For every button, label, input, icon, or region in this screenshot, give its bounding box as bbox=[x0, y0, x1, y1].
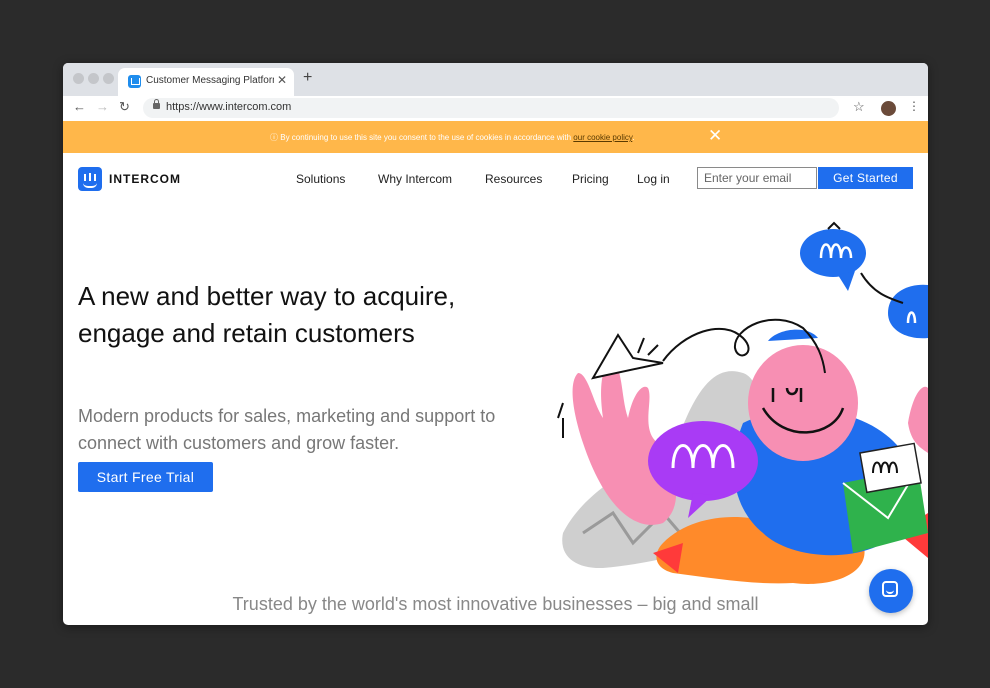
cookie-suffix: . bbox=[632, 133, 635, 142]
email-input[interactable] bbox=[697, 167, 817, 189]
cookie-banner: ⓘ By continuing to use this site you con… bbox=[63, 121, 928, 153]
messenger-launcher-icon[interactable] bbox=[869, 569, 913, 613]
get-started-button[interactable]: Get Started bbox=[818, 167, 913, 189]
nav-why-intercom[interactable]: Why Intercom bbox=[378, 172, 452, 186]
new-tab-button[interactable]: + bbox=[303, 69, 312, 87]
trusted-tagline: Trusted by the world's most innovative b… bbox=[232, 594, 759, 614]
right-arm-shape bbox=[908, 386, 928, 453]
address-bar[interactable]: https://www.intercom.com bbox=[143, 98, 839, 118]
purple-speech-bubble-shape bbox=[648, 421, 758, 501]
menu-icon[interactable]: ⋮ bbox=[908, 99, 920, 113]
url-text[interactable]: https://www.intercom.com bbox=[166, 101, 291, 113]
back-arrow-icon[interactable]: ← bbox=[73, 99, 86, 114]
intercom-logo-icon[interactable] bbox=[78, 167, 102, 191]
hero-subtitle: Modern products for sales, marketing and… bbox=[78, 406, 496, 453]
blue-speech-bubble-top-shape bbox=[800, 229, 866, 277]
intercom-favicon-icon bbox=[128, 75, 141, 88]
paper-plane-icon bbox=[590, 333, 664, 380]
cookie-policy-link[interactable]: our cookie policy bbox=[573, 133, 632, 142]
envelope-letter-shape bbox=[859, 442, 922, 494]
browser-toolbar: ← → ↻ https://www.intercom.com ☆ ⋮ bbox=[63, 96, 928, 122]
nav-solutions[interactable]: Solutions bbox=[296, 172, 345, 186]
blue-speech-bubble-right-shape bbox=[888, 284, 928, 339]
nav-resources[interactable]: Resources bbox=[485, 172, 542, 186]
hero-illustration bbox=[557, 221, 928, 584]
browser-window: Customer Messaging Platform ✕ + ← → ↻ ht… bbox=[63, 63, 928, 625]
profile-icon[interactable] bbox=[881, 101, 896, 116]
tab-title: Customer Messaging Platform bbox=[146, 75, 274, 86]
start-free-trial-button[interactable]: Start Free Trial bbox=[78, 462, 213, 492]
tab-strip: Customer Messaging Platform ✕ + bbox=[63, 63, 928, 96]
nav-pricing[interactable]: Pricing bbox=[572, 172, 609, 186]
forward-arrow-icon[interactable]: → bbox=[96, 99, 109, 114]
bubble-bow-lines bbox=[827, 221, 841, 230]
maximize-window-dot[interactable] bbox=[103, 73, 114, 84]
nav-log-in[interactable]: Log in bbox=[637, 172, 670, 186]
lock-icon bbox=[153, 99, 160, 109]
info-icon: ⓘ bbox=[270, 133, 281, 142]
tab-close-icon[interactable]: ✕ bbox=[277, 73, 287, 87]
hero-title: A new and better way to acquire, engage … bbox=[78, 281, 456, 348]
minimize-window-dot[interactable] bbox=[88, 73, 99, 84]
close-window-dot[interactable] bbox=[73, 73, 84, 84]
cookie-close-icon[interactable]: ✕ bbox=[708, 126, 722, 146]
cookie-message: By continuing to use this site you conse… bbox=[280, 133, 574, 142]
reload-icon[interactable]: ↻ bbox=[119, 99, 130, 115]
logo-text[interactable]: INTERCOM bbox=[109, 172, 181, 186]
browser-tab[interactable]: Customer Messaging Platform ✕ bbox=[118, 68, 294, 96]
site-header: INTERCOM Solutions Why Intercom Resource… bbox=[63, 153, 928, 208]
star-icon[interactable]: ☆ bbox=[853, 99, 865, 115]
cookie-text: ⓘ By continuing to use this site you con… bbox=[270, 132, 635, 143]
pink-head-shape bbox=[748, 345, 858, 461]
